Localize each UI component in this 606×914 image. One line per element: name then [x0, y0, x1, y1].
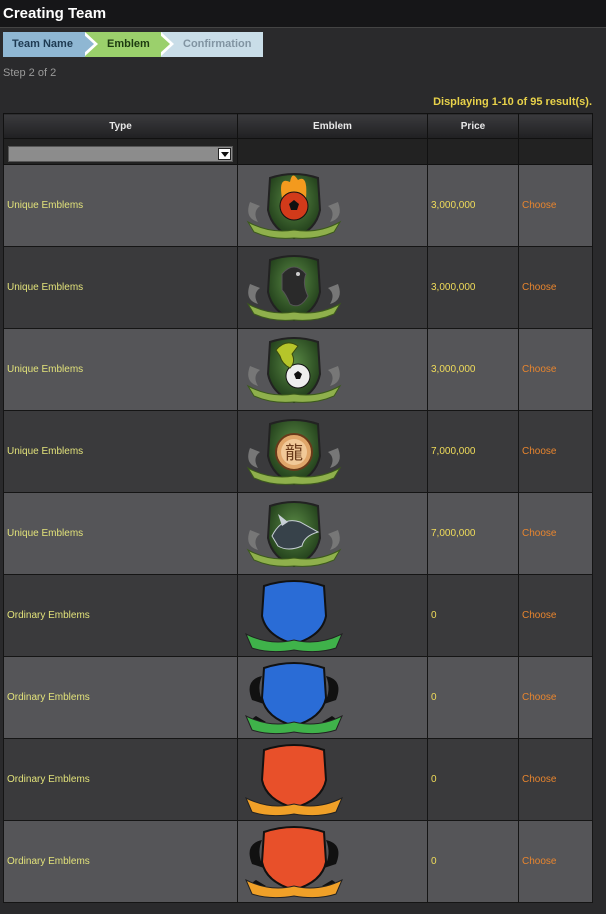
filter-row [3, 138, 593, 165]
emblem-price: 0 [427, 574, 519, 657]
table-row: Unique Emblems 3,000,000 Choose [3, 246, 593, 329]
choose-link[interactable]: Choose [518, 492, 593, 575]
svg-text:龍: 龍 [285, 443, 303, 464]
emblem-image-cell [237, 328, 428, 411]
result-count: Displaying 1-10 of 95 result(s). [433, 96, 592, 108]
emblem-image-cell [237, 656, 428, 739]
emblem-price: 3,000,000 [427, 328, 519, 411]
page-title: Creating Team [3, 5, 107, 22]
emblem-type: Ordinary Emblems [3, 820, 238, 903]
type-filter-cell [3, 138, 238, 165]
filter-cell [427, 138, 519, 165]
title-bar: Creating Team [0, 0, 606, 28]
type-filter-select[interactable] [8, 145, 233, 162]
emblem-image-cell [237, 246, 428, 329]
column-header-action [518, 113, 593, 139]
step-label: Team Name [12, 38, 73, 50]
emblem-price: 7,000,000 [427, 492, 519, 575]
table-row: Ordinary Emblems 0 Choose [3, 820, 593, 903]
emblem-image-cell [237, 574, 428, 657]
choose-link[interactable]: Choose [518, 656, 593, 739]
filter-cell [518, 138, 593, 165]
wolf-head-shield-icon [241, 496, 424, 572]
choose-link[interactable]: Choose [518, 164, 593, 247]
red-shield-black-wings-icon [241, 824, 424, 900]
emblem-image-cell [237, 492, 428, 575]
emblem-image-cell [237, 738, 428, 821]
table-row: Ordinary Emblems 0 Choose [3, 656, 593, 739]
emblem-price: 0 [427, 656, 519, 739]
filter-cell [237, 138, 428, 165]
emblem-type: Ordinary Emblems [3, 738, 238, 821]
choose-link[interactable]: Choose [518, 574, 593, 657]
red-shield-orange-ribbon-icon [241, 742, 424, 818]
emblem-type: Unique Emblems [3, 328, 238, 411]
emblem-price: 7,000,000 [427, 410, 519, 493]
chevron-down-icon[interactable] [218, 147, 231, 160]
emblem-type: Ordinary Emblems [3, 656, 238, 739]
emblem-price: 3,000,000 [427, 164, 519, 247]
choose-link[interactable]: Choose [518, 246, 593, 329]
choose-link[interactable]: Choose [518, 820, 593, 903]
step-label: Confirmation [183, 38, 252, 50]
emblem-type: Ordinary Emblems [3, 574, 238, 657]
black-panther-shield-icon [241, 250, 424, 326]
table-row: Unique Emblems 3,000,000 Choose [3, 328, 593, 411]
blue-shield-green-ribbon-icon [241, 578, 424, 654]
emblem-image-cell [237, 820, 428, 903]
table-row: Unique Emblems 7,000,000 Choose [3, 492, 593, 575]
choose-link[interactable]: Choose [518, 738, 593, 821]
wizard-steps: Team Name Emblem Confirmation [3, 32, 263, 57]
step-arrow [159, 32, 174, 56]
step-arrow [83, 32, 98, 56]
emblem-price: 0 [427, 738, 519, 821]
step-label: Emblem [107, 38, 150, 50]
step-confirmation: Confirmation [161, 32, 263, 57]
dinosaur-soccer-ball-shield-icon [241, 332, 424, 408]
table-row: Ordinary Emblems 0 Choose [3, 738, 593, 821]
step-indicator: Step 2 of 2 [3, 67, 57, 79]
blue-shield-black-wings-icon [241, 660, 424, 736]
emblem-image-cell [237, 164, 428, 247]
emblem-type: Unique Emblems [3, 492, 238, 575]
emblem-table: Type Emblem Price Unique Emblems 3,000,00… [3, 113, 593, 903]
choose-link[interactable]: Choose [518, 410, 593, 493]
step-team-name[interactable]: Team Name [3, 32, 98, 57]
emblem-image-cell: 龍 [237, 410, 428, 493]
flaming-soccer-ball-shield-icon [241, 168, 424, 244]
column-header-emblem[interactable]: Emblem [237, 113, 428, 139]
emblem-price: 0 [427, 820, 519, 903]
table-row: Ordinary Emblems 0 Choose [3, 574, 593, 657]
column-header-price[interactable]: Price [427, 113, 519, 139]
column-header-type[interactable]: Type [3, 113, 238, 139]
emblem-type: Unique Emblems [3, 410, 238, 493]
table-row: Unique Emblems 3,000,000 Choose [3, 164, 593, 247]
choose-link[interactable]: Choose [518, 328, 593, 411]
table-row: Unique Emblems 龍 7,000,000 Choose [3, 410, 593, 493]
emblem-type: Unique Emblems [3, 246, 238, 329]
emblem-price: 3,000,000 [427, 246, 519, 329]
emblem-type: Unique Emblems [3, 164, 238, 247]
dragon-coin-shield-icon: 龍 [241, 414, 424, 490]
